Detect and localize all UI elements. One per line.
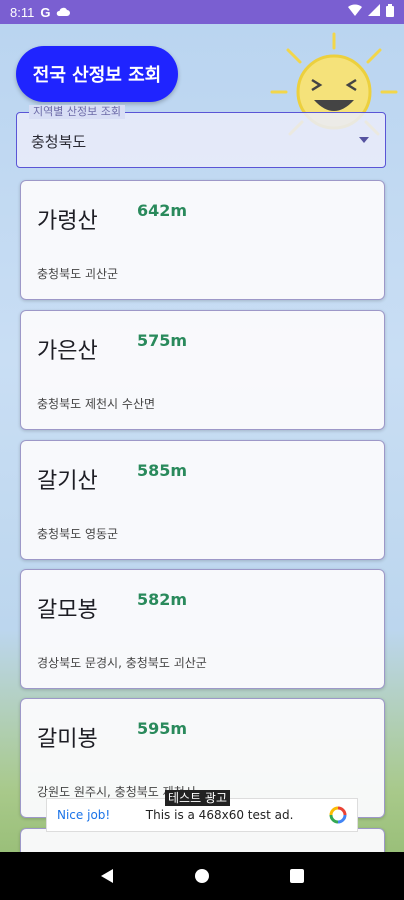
region-select-label: 지역별 산정보 조회 — [29, 105, 125, 119]
status-left: 8:11 G — [10, 4, 71, 20]
recents-icon[interactable] — [285, 864, 309, 888]
signal-icon — [368, 4, 380, 20]
wifi-icon — [348, 4, 362, 20]
mountain-name: 갈기산 — [37, 469, 98, 494]
mountain-height: 642m — [137, 201, 188, 220]
status-right — [348, 3, 394, 21]
mountain-card[interactable]: 갈모봉 582m 경상북도 문경시, 충청북도 괴산군 — [20, 569, 385, 689]
ad-label: 테스트 광고 — [165, 790, 231, 806]
mountain-height: 585m — [137, 461, 188, 480]
navigation-bar — [0, 852, 404, 900]
title-button[interactable]: 전국 산정보 조회 — [16, 46, 178, 102]
dropdown-arrow-icon[interactable] — [359, 137, 369, 143]
ad-logo-icon[interactable] — [329, 806, 347, 824]
battery-icon — [386, 3, 394, 21]
g-icon: G — [40, 4, 51, 20]
cloud-icon — [56, 5, 71, 20]
mountain-location: 경상북도 문경시, 충청북도 괴산군 — [37, 656, 207, 670]
ad-nice-text: Nice job! — [57, 808, 111, 822]
mountain-height: 575m — [137, 331, 188, 350]
mountain-name: 갈미봉 — [37, 727, 98, 752]
mountain-height: 582m — [137, 590, 188, 609]
mountain-name: 갈모봉 — [37, 598, 98, 623]
mountain-location: 충청북도 제천시 수산면 — [37, 397, 156, 411]
mountain-card[interactable]: 가령산 642m 충청북도 괴산군 — [20, 180, 385, 300]
mountain-card[interactable]: 가은산 575m 충청북도 제천시 수산면 — [20, 310, 385, 430]
status-bar: 8:11 G — [0, 0, 404, 24]
home-icon[interactable] — [190, 864, 214, 888]
mountain-location: 충청북도 영동군 — [37, 527, 119, 541]
clock: 8:11 — [10, 4, 35, 20]
mountain-location: 충청북도 괴산군 — [37, 267, 119, 281]
mountain-name: 가령산 — [37, 209, 98, 234]
region-select-value: 충청북도 — [31, 133, 87, 151]
mountain-name: 가은산 — [37, 339, 98, 364]
mountain-card[interactable]: 갈기산 585m 충청북도 영동군 — [20, 440, 385, 560]
ad-text: This is a 468x60 test ad. — [145, 808, 294, 822]
mountain-height: 595m — [137, 719, 188, 738]
back-icon[interactable] — [95, 864, 119, 888]
region-select[interactable]: 지역별 산정보 조회 충청북도 — [16, 105, 386, 168]
